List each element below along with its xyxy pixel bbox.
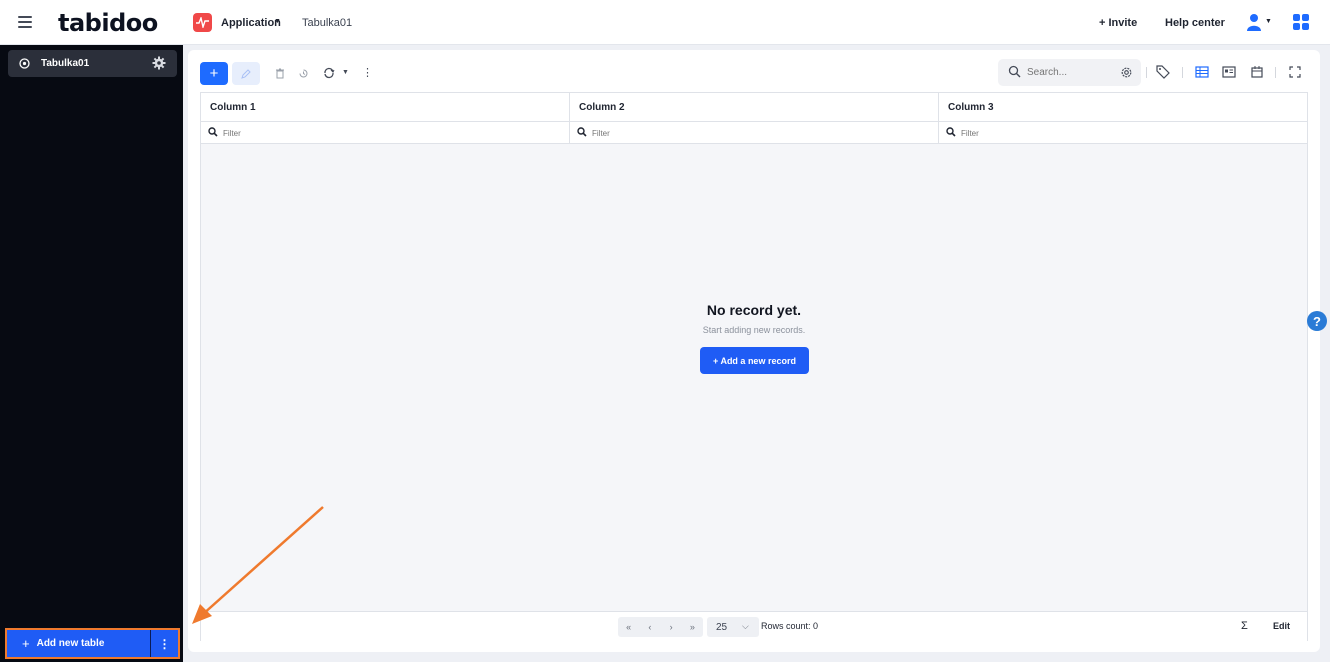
top-bar: tabidoo Application ▼ Tabulka01 + Invite… <box>0 0 1330 45</box>
add-new-record-button[interactable]: + Add a new record <box>700 347 809 374</box>
fullscreen-icon[interactable] <box>1288 65 1302 79</box>
user-icon[interactable] <box>1246 13 1262 31</box>
content-panel: + ▼ ⋮ Column 1 Column 2 <box>188 50 1320 652</box>
search-icon <box>577 127 587 137</box>
application-icon[interactable] <box>193 13 212 32</box>
rows-count: Rows count: 0 <box>761 621 819 631</box>
card-view-icon[interactable] <box>1222 65 1236 79</box>
gear-icon[interactable] <box>152 56 166 70</box>
history-icon[interactable] <box>298 68 309 79</box>
table-view-icon[interactable] <box>1195 65 1209 79</box>
pagination: « ‹ › » <box>618 617 703 637</box>
search-box <box>998 59 1141 86</box>
add-new-table-button[interactable]: + Add new table <box>7 630 150 657</box>
empty-state-title: No record yet. <box>706 302 802 318</box>
table-footer: « ‹ › » 25 ⌵ Rows count: 0 Σ Edit <box>201 611 1307 641</box>
empty-state-subtitle: Start adding new records. <box>702 325 806 335</box>
logo[interactable]: tabidoo <box>58 9 158 37</box>
prev-page-icon[interactable]: ‹ <box>639 617 660 637</box>
gear-icon[interactable] <box>1120 66 1133 79</box>
caret-down-icon[interactable]: ▼ <box>274 18 281 25</box>
sidebar-item-label: Tabulka01 <box>41 58 90 69</box>
first-page-icon[interactable]: « <box>618 617 639 637</box>
pencil-icon <box>241 68 251 79</box>
edit-button[interactable] <box>232 62 260 85</box>
caret-down-icon[interactable]: ▼ <box>342 69 349 76</box>
table-header: Column 1 Column 2 Column 3 <box>201 93 1307 122</box>
sidebar: Tabulka01 + Add new table ⋮ <box>0 45 183 662</box>
last-page-icon[interactable]: » <box>682 617 703 637</box>
invite-button[interactable]: + Invite <box>1099 17 1137 29</box>
more-options-icon[interactable]: ⋮ <box>362 66 373 79</box>
search-icon <box>1008 65 1021 78</box>
application-menu[interactable]: Application <box>221 17 281 29</box>
caret-down-icon[interactable]: ▼ <box>1265 18 1272 25</box>
table-icon <box>19 58 30 69</box>
delete-icon[interactable] <box>275 68 285 79</box>
search-icon <box>208 127 218 137</box>
apps-grid-icon[interactable] <box>1293 14 1309 30</box>
add-record-button[interactable]: + <box>200 62 228 85</box>
refresh-icon[interactable] <box>323 67 335 79</box>
breadcrumb[interactable]: Tabulka01 <box>302 17 352 29</box>
help-bubble-icon[interactable]: ? <box>1307 311 1327 331</box>
help-center-link[interactable]: Help center <box>1165 17 1225 29</box>
column-header[interactable]: Column 2 <box>570 93 939 122</box>
search-icon <box>946 127 956 137</box>
chevron-down-icon: ⌵ <box>742 621 749 631</box>
column-header[interactable]: Column 3 <box>939 93 1307 122</box>
next-page-icon[interactable]: › <box>661 617 682 637</box>
filter-input[interactable] <box>592 127 792 139</box>
page-size-select[interactable]: 25 ⌵ <box>707 617 759 637</box>
calendar-icon[interactable] <box>1250 65 1264 79</box>
filter-row <box>201 122 1307 144</box>
edit-columns-button[interactable]: Edit <box>1273 621 1290 631</box>
menu-icon[interactable] <box>18 14 32 30</box>
search-input[interactable] <box>1027 65 1087 80</box>
add-new-table-group: + Add new table ⋮ <box>5 628 180 659</box>
filter-input[interactable] <box>961 127 1161 139</box>
tag-icon[interactable] <box>1156 65 1170 79</box>
plus-icon: + <box>22 636 30 651</box>
filter-input[interactable] <box>223 127 423 139</box>
sum-icon[interactable]: Σ <box>1241 620 1248 632</box>
more-options-icon[interactable]: ⋮ <box>151 630 178 657</box>
data-table: Column 1 Column 2 Column 3 No record yet… <box>200 92 1308 641</box>
sidebar-item-tabulka01[interactable]: Tabulka01 <box>8 50 177 77</box>
column-header[interactable]: Column 1 <box>201 93 570 122</box>
